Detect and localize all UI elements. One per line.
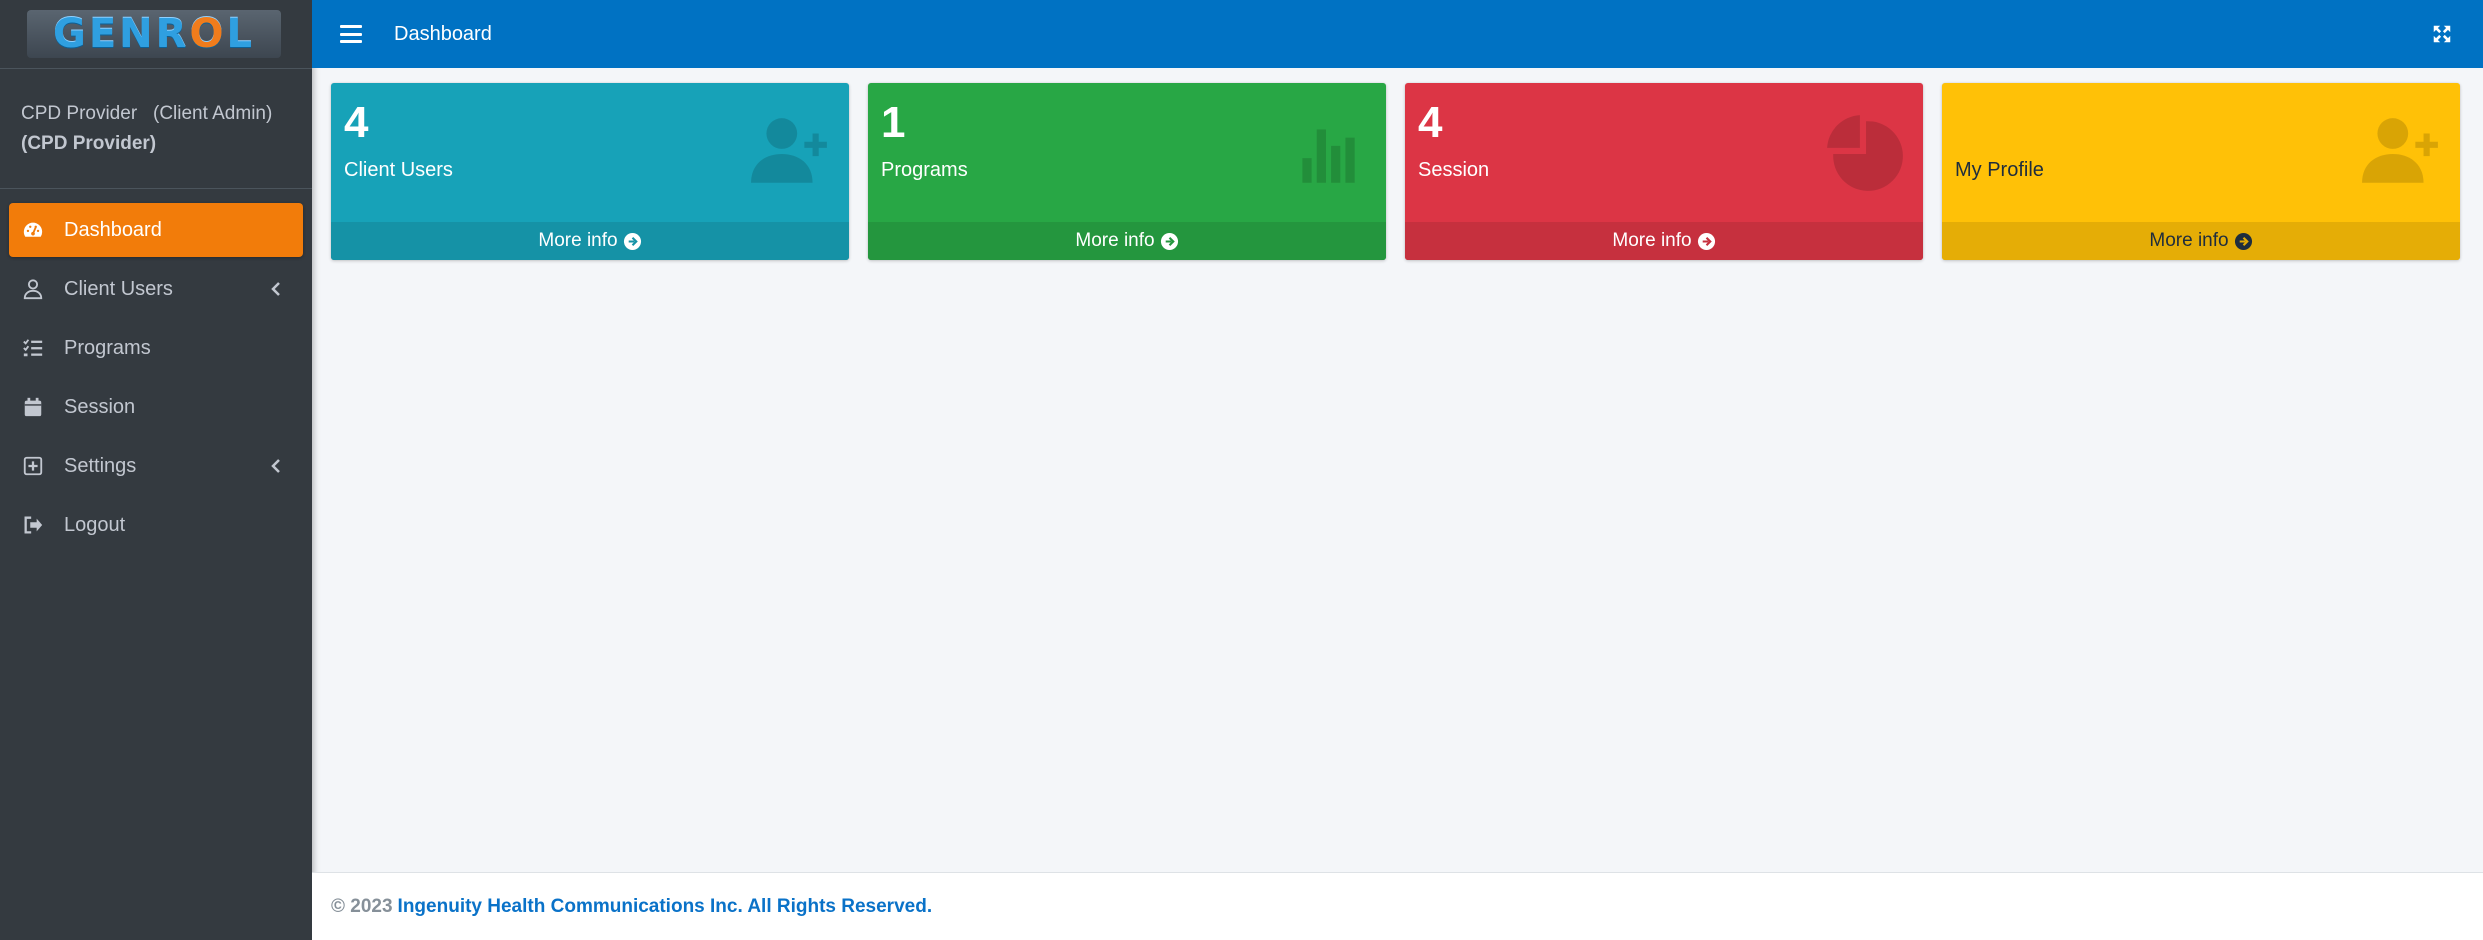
sidebar-item-session[interactable]: Session	[9, 380, 303, 434]
user-plus-icon	[2362, 118, 2438, 183]
sidebar-item-label: Dashboard	[64, 218, 162, 241]
sidebar-item-label: Client Users	[64, 277, 173, 300]
sidebar-item-programs[interactable]: Programs	[9, 321, 303, 375]
session-box: 4 Session More info	[1405, 83, 1923, 260]
more-info-label: More info	[2149, 230, 2229, 251]
company-link[interactable]: Ingenuity Health Communications Inc. All…	[398, 896, 933, 918]
hamburger-menu-icon[interactable]	[340, 25, 362, 43]
plus-square-icon	[21, 454, 45, 478]
more-info-label: More info	[1612, 230, 1692, 251]
programs-box: 1 Programs More info	[868, 83, 1386, 260]
sidebar-item-label: Logout	[64, 513, 126, 536]
sidebar-item-dashboard[interactable]: Dashboard	[9, 203, 303, 257]
user-org: (CPD Provider)	[21, 133, 157, 154]
arrow-circle-right-icon	[623, 232, 641, 250]
chevron-left-icon	[271, 459, 280, 473]
genrol-logo[interactable]: GENR O L	[27, 10, 281, 58]
sidebar-item-client-users[interactable]: Client Users	[9, 262, 303, 316]
top-navbar: Dashboard	[312, 0, 2483, 68]
programs-more-info-link[interactable]: More info	[868, 222, 1386, 260]
user-panel: CPD Provider (Client Admin) (CPD Provide…	[0, 69, 312, 189]
arrow-circle-right-icon	[2234, 232, 2252, 250]
my-profile-box: My Profile More info	[1942, 83, 2460, 260]
my-profile-more-info-link[interactable]: More info	[1942, 222, 2460, 260]
client-users-more-info-link[interactable]: More info	[331, 222, 849, 260]
sidebar-item-label: Programs	[64, 336, 151, 359]
more-info-label: More info	[1075, 230, 1155, 251]
app: GENR O L CPD Provider (Client Admin) (CPD …	[0, 0, 2483, 940]
navbar-title[interactable]: Dashboard	[394, 23, 492, 46]
logo-text-o: O	[189, 11, 227, 57]
brand[interactable]: GENR O L	[0, 0, 312, 69]
chevron-left-icon	[271, 282, 280, 296]
arrow-circle-right-icon	[1697, 232, 1715, 250]
user-role: (Client Admin)	[153, 103, 273, 124]
client-users-box: 4 Client Users More info	[331, 83, 849, 260]
sidebar-nav: Dashboard Client Users Programs Session …	[0, 189, 312, 571]
fullscreen-expand-icon[interactable]	[2431, 23, 2453, 45]
logo-text-left: GENR	[53, 11, 190, 57]
pie-chart-icon	[1827, 115, 1903, 191]
arrow-circle-right-icon	[1160, 232, 1178, 250]
sidebar-item-label: Settings	[64, 454, 137, 477]
small-boxes-row: 4 Client Users More info 1 Programs More…	[331, 83, 2462, 260]
copyright-text: © 2023	[331, 895, 393, 917]
sign-out-icon	[21, 513, 45, 537]
sidebar-item-settings[interactable]: Settings	[9, 439, 303, 493]
page-footer: © 2023 Ingenuity Health Communications I…	[312, 872, 2483, 940]
logo-text-right: L	[226, 11, 255, 57]
sidebar: GENR O L CPD Provider (Client Admin) (CPD …	[0, 0, 312, 940]
calendar-icon	[21, 395, 45, 419]
user-plus-icon	[751, 118, 827, 183]
bar-chart-icon	[1302, 129, 1355, 183]
dashboard-gauge-icon	[21, 218, 45, 242]
user-name: CPD Provider	[21, 103, 138, 124]
tasks-list-icon	[21, 336, 45, 360]
user-icon	[21, 277, 45, 301]
session-more-info-link[interactable]: More info	[1405, 222, 1923, 260]
more-info-label: More info	[538, 230, 618, 251]
sidebar-item-logout[interactable]: Logout	[9, 498, 303, 552]
sidebar-item-label: Session	[64, 395, 136, 418]
main-content: 4 Client Users More info 1 Programs More…	[331, 83, 2462, 260]
user-info-line: CPD Provider (Client Admin)	[21, 99, 292, 129]
